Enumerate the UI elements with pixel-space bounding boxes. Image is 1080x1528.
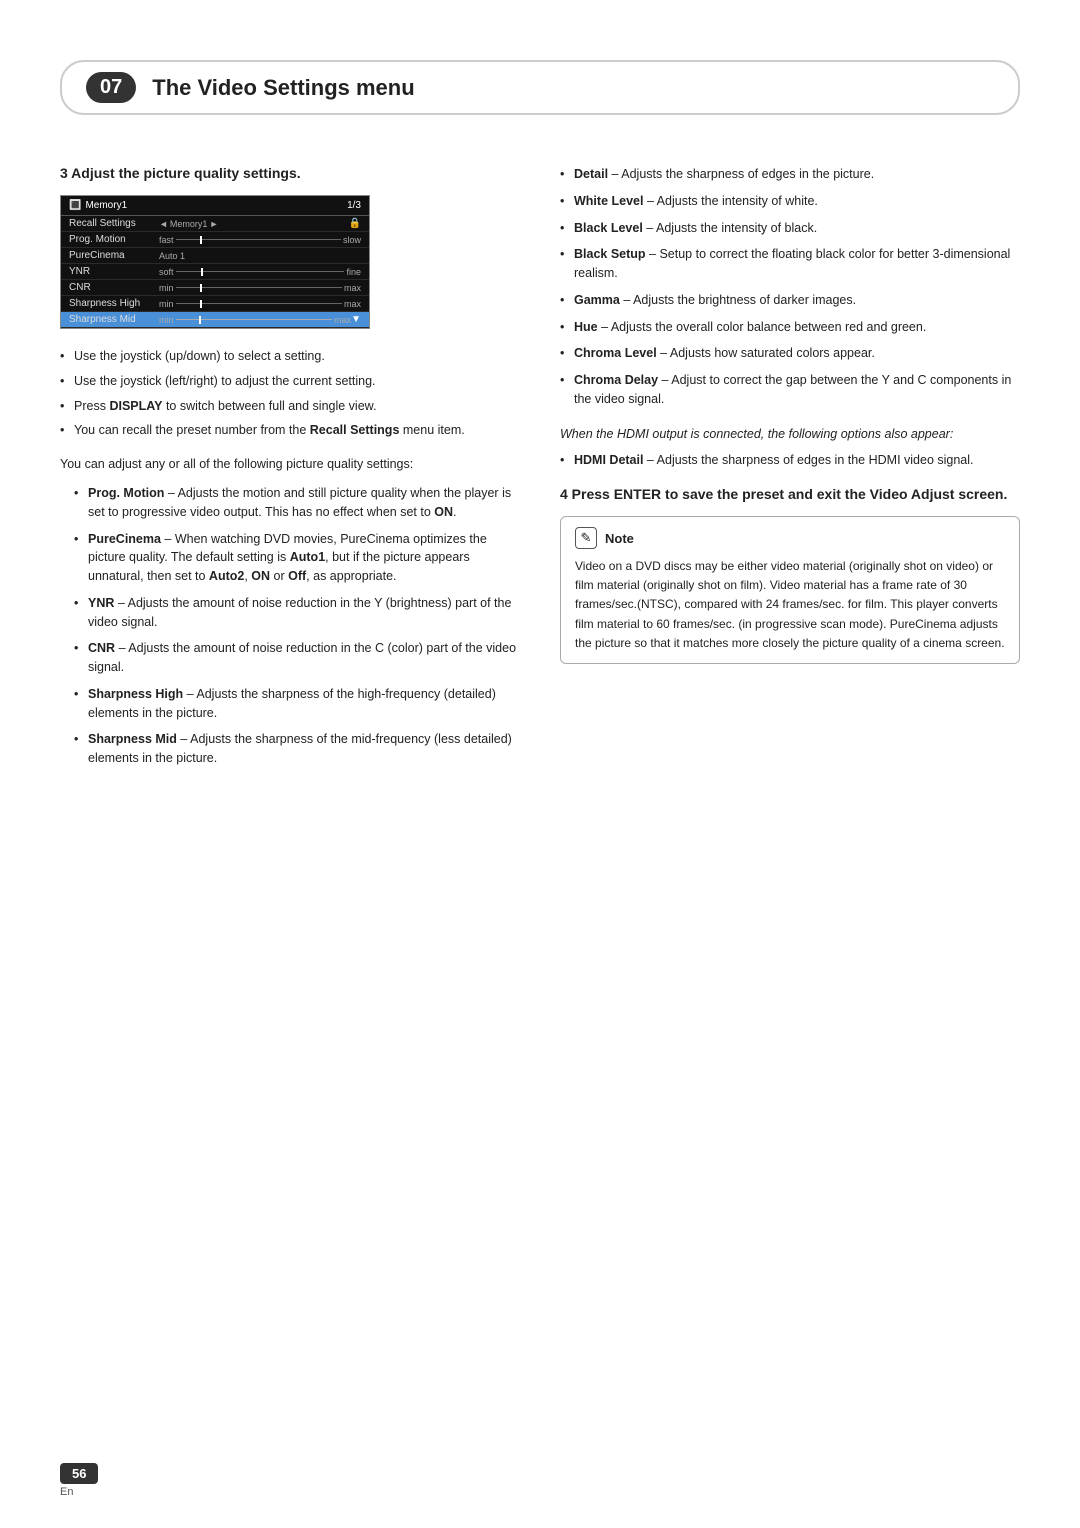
bar-marker-sharpness-high [200, 300, 202, 308]
bullet-black-setup: Black Setup – Setup to correct the float… [560, 245, 1020, 283]
row-label-sharpness-high: Sharpness High [69, 298, 159, 309]
row-bar-ynr: soft fine [159, 267, 361, 277]
settings-bullets: Prog. Motion – Adjusts the motion and st… [74, 484, 520, 768]
screen-title: Memory1 [85, 200, 127, 211]
screen-row-sharpness-high: Sharpness High min max [61, 296, 369, 312]
bullet-cnr: CNR – Adjusts the amount of noise reduct… [74, 639, 520, 677]
note-icon: ✎ [575, 527, 597, 549]
row-label-recall: Recall Settings [69, 218, 159, 229]
bullet-purecinema: PureCinema – When watching DVD movies, P… [74, 530, 520, 586]
bar-marker-sharpness-mid [199, 316, 201, 324]
right-settings-bullets: Detail – Adjusts the sharpness of edges … [560, 165, 1020, 409]
row-label-cnr: CNR [69, 282, 159, 293]
screen-page: 1/3 [347, 200, 361, 211]
bullet-gamma: Gamma – Adjusts the brightness of darker… [560, 291, 1020, 310]
bullet-white-level: White Level – Adjusts the intensity of w… [560, 192, 1020, 211]
hdmi-bullets: HDMI Detail – Adjusts the sharpness of e… [560, 451, 1020, 470]
bullet-joystick-leftright: Use the joystick (left/right) to adjust … [60, 372, 520, 391]
row-bar-sharpness-high: min max [159, 299, 361, 309]
bullet-joystick-updown: Use the joystick (up/down) to select a s… [60, 347, 520, 366]
row-value-recall: ◄ Memory1 ► [159, 219, 349, 229]
screen-row-sharpness-mid: Sharpness Mid min max ▼ [61, 312, 369, 328]
bar-track-prog [176, 236, 341, 244]
screen-row-prog-motion: Prog. Motion fast slow [61, 232, 369, 248]
section3-heading: 3 Adjust the picture quality settings. [60, 165, 520, 181]
note-box: ✎ Note Video on a DVD discs may be eithe… [560, 516, 1020, 664]
note-label: Note [605, 531, 634, 546]
screen-row-recall: Recall Settings ◄ Memory1 ► 🔒 [61, 216, 369, 232]
chapter-title: The Video Settings menu [152, 75, 414, 101]
page-lang: En [60, 1486, 73, 1498]
bullet-chroma-delay: Chroma Delay – Adjust to correct the gap… [560, 371, 1020, 409]
bullet-chroma-level: Chroma Level – Adjusts how saturated col… [560, 344, 1020, 363]
bar-track-sharpness-mid [176, 316, 333, 324]
bullet-sharpness-mid: Sharpness Mid – Adjusts the sharpness of… [74, 730, 520, 768]
note-header: ✎ Note [575, 527, 1005, 549]
bullet-sharpness-high: Sharpness High – Adjusts the sharpness o… [74, 685, 520, 723]
content-area: 3 Adjust the picture quality settings. 🔳… [60, 165, 1020, 778]
row-value-purecinema: Auto 1 [159, 251, 361, 261]
row-bar-prog: fast slow [159, 235, 361, 245]
nav-left-icon: ◄ [159, 219, 168, 229]
section4-heading: 4 Press ENTER to save the preset and exi… [560, 486, 1020, 502]
screen-icon-area: 🔳 Memory1 [69, 200, 127, 211]
row-label-ynr: YNR [69, 266, 159, 277]
row-bar-cnr: min max [159, 283, 361, 293]
left-column: 3 Adjust the picture quality settings. 🔳… [60, 165, 520, 778]
right-column: Detail – Adjusts the sharpness of edges … [560, 165, 1020, 778]
bullet-display: Press DISPLAY to switch between full and… [60, 397, 520, 416]
chapter-header: 07 The Video Settings menu [60, 60, 1020, 115]
scroll-icon: ▼ [351, 314, 361, 325]
note-text: Video on a DVD discs may be either video… [575, 557, 1005, 653]
screen-row-purecinema: PureCinema Auto 1 [61, 248, 369, 264]
screen-header: 🔳 Memory1 1/3 [61, 196, 369, 216]
joystick-bullets: Use the joystick (up/down) to select a s… [60, 347, 520, 440]
page-footer: 56 En [60, 1463, 98, 1498]
bullet-hue: Hue – Adjusts the overall color balance … [560, 318, 1020, 337]
bullet-ynr: YNR – Adjusts the amount of noise reduct… [74, 594, 520, 632]
screen-row-ynr: YNR soft fine [61, 264, 369, 280]
bullet-recall: You can recall the preset number from th… [60, 421, 520, 440]
intro-text: You can adjust any or all of the followi… [60, 454, 520, 474]
bullet-black-level: Black Level – Adjusts the intensity of b… [560, 219, 1020, 238]
screen-row-cnr: CNR min max [61, 280, 369, 296]
row-label-purecinema: PureCinema [69, 250, 159, 261]
row-label-prog: Prog. Motion [69, 234, 159, 245]
bar-marker-prog [200, 236, 202, 244]
bar-track-ynr [176, 268, 345, 276]
page-number: 56 [60, 1463, 98, 1484]
bullet-hdmi-detail: HDMI Detail – Adjusts the sharpness of e… [560, 451, 1020, 470]
row-label-sharpness-mid: Sharpness Mid [69, 314, 159, 325]
bullet-prog-motion: Prog. Motion – Adjusts the motion and st… [74, 484, 520, 522]
page: 07 The Video Settings menu 3 Adjust the … [0, 0, 1080, 1528]
lock-icon: 🔒 [349, 218, 361, 229]
row-bar-sharpness-mid: min max [159, 315, 351, 325]
bar-track-cnr [176, 284, 342, 292]
screen-widget: 🔳 Memory1 1/3 Recall Settings ◄ Memory1 … [60, 195, 370, 329]
bullet-detail: Detail – Adjusts the sharpness of edges … [560, 165, 1020, 184]
nav-right-icon: ► [209, 219, 218, 229]
memory-icon: 🔳 [69, 200, 81, 211]
bar-marker-ynr [201, 268, 203, 276]
bar-track-sharpness-high [176, 300, 342, 308]
bar-marker-cnr [200, 284, 202, 292]
chapter-number: 07 [86, 72, 136, 103]
hdmi-note: When the HDMI output is connected, the f… [560, 425, 1020, 444]
